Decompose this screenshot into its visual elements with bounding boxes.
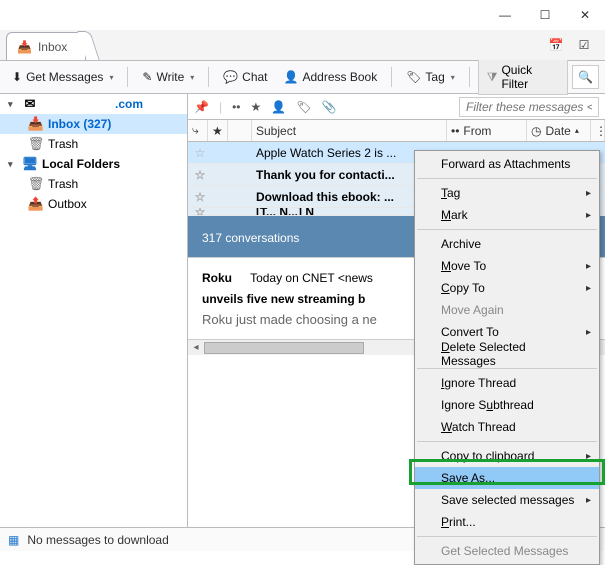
pencil-icon: ✎ — [142, 70, 152, 84]
star-icon[interactable]: ☆ — [188, 168, 212, 182]
activity-icon[interactable]: ▦ — [8, 533, 19, 547]
attach-column[interactable] — [228, 120, 252, 141]
tag-icon: 🏷 — [406, 70, 421, 84]
ctx-ignore-thread[interactable]: Ignore Thread — [415, 372, 599, 394]
twisty-open-icon: ▾ — [8, 99, 18, 110]
account-item[interactable]: ▾ ✉ .com — [0, 94, 187, 114]
tag-filter-icon[interactable]: 🏷 — [296, 100, 311, 114]
quick-filter-button[interactable]: ⧩ Quick Filter — [478, 59, 568, 95]
address-book-button[interactable]: 👤 Address Book — [278, 67, 384, 87]
star-filter-icon[interactable]: ★ — [250, 100, 261, 114]
tasks-icon[interactable]: ☑ — [573, 34, 595, 56]
download-icon: ⬇ — [12, 70, 22, 84]
ctx-forward-as-attachments[interactable]: Forward as Attachments — [415, 153, 599, 175]
column-picker[interactable]: ⋮ — [591, 120, 605, 141]
scroll-thumb[interactable] — [204, 342, 364, 354]
folder-tree: ▾ ✉ .com 📥 Inbox (327) 🗑 Trash ▾ 🖥 Local… — [0, 94, 188, 527]
outbox-icon: 📤 — [28, 196, 44, 212]
unread-filter-icon[interactable]: •• — [232, 100, 240, 114]
calendar-icon[interactable]: 📅 — [545, 34, 567, 56]
contact-filter-icon[interactable]: 👤 — [271, 100, 286, 114]
inbox-icon: 📥 — [28, 116, 44, 132]
preview-meta: Today on CNET <news — [250, 271, 373, 285]
chat-icon: 💬 — [223, 70, 238, 84]
inbox-folder[interactable]: 📥 Inbox (327) — [0, 114, 187, 134]
preview-title: unveils five new streaming b — [202, 292, 365, 306]
maximize-button[interactable]: ☐ — [525, 0, 565, 30]
star-icon[interactable]: ☆ — [188, 146, 212, 160]
titlebar: — ☐ ✕ — [0, 0, 605, 30]
local-folders-item[interactable]: ▾ 🖥 Local Folders — [0, 154, 187, 174]
tab-label: Inbox — [38, 40, 67, 54]
search-icon: 🔍 — [578, 70, 593, 84]
folder-icon: 🖥 — [22, 156, 38, 172]
date-column[interactable]: ◷Date▴ — [527, 120, 591, 141]
context-menu: Forward as Attachments Tag▸ Mark▸ Archiv… — [414, 150, 600, 565]
write-button[interactable]: ✎ Write ▾ — [136, 67, 200, 87]
trash-folder[interactable]: 🗑 Trash — [0, 134, 187, 154]
chevron-down-icon: ▾ — [109, 73, 113, 82]
scroll-left-icon[interactable]: ◂ — [188, 342, 204, 353]
filter-toolbar: 📌 | •• ★ 👤 🏷 📎 — [188, 94, 605, 120]
toolbar: ⬇ Get Messages ▾ ✎ Write ▾ 💬 Chat 👤 Addr… — [0, 60, 605, 94]
ctx-move-again: Move Again — [415, 299, 599, 321]
ctx-mark[interactable]: Mark▸ — [415, 204, 599, 226]
thread-column[interactable]: ⤷ — [188, 120, 208, 141]
filter-icon: ⧩ — [487, 70, 498, 85]
trash-icon: 🗑 — [28, 176, 44, 192]
star-icon[interactable]: ☆ — [188, 190, 212, 204]
chevron-down-icon: ▾ — [451, 73, 455, 82]
trash-icon: 🗑 — [28, 136, 44, 152]
ctx-save-selected[interactable]: Save selected messages▸ — [415, 489, 599, 511]
ctx-save-as[interactable]: Save As... — [415, 467, 599, 489]
ctx-archive[interactable]: Archive — [415, 233, 599, 255]
get-messages-button[interactable]: ⬇ Get Messages ▾ — [6, 67, 119, 87]
local-trash-folder[interactable]: 🗑 Trash — [0, 174, 187, 194]
minimize-button[interactable]: — — [485, 0, 525, 30]
inbox-icon: 📥 — [17, 40, 32, 54]
tag-button[interactable]: 🏷 Tag ▾ — [400, 67, 461, 87]
twisty-open-icon: ▾ — [8, 159, 18, 170]
ctx-ignore-subthread[interactable]: Ignore Subthread — [415, 394, 599, 416]
star-icon[interactable]: ☆ — [188, 208, 212, 216]
chat-button[interactable]: 💬 Chat — [217, 67, 273, 87]
ctx-tag[interactable]: Tag▸ — [415, 182, 599, 204]
outbox-folder[interactable]: 📤 Outbox — [0, 194, 187, 214]
ctx-delete-selected[interactable]: Delete Selected Messages — [415, 343, 599, 365]
ctx-get-selected: Get Selected Messages — [415, 540, 599, 562]
tab-row: 📥 Inbox 📅 ☑ — [0, 30, 605, 60]
ctx-copy-to[interactable]: Copy To▸ — [415, 277, 599, 299]
person-icon: 👤 — [284, 70, 299, 84]
ctx-print[interactable]: Print... — [415, 511, 599, 533]
from-column[interactable]: ••From — [447, 120, 527, 141]
pin-icon[interactable]: 📌 — [194, 100, 209, 114]
close-button[interactable]: ✕ — [565, 0, 605, 30]
filter-input[interactable] — [459, 97, 599, 117]
status-text: No messages to download — [27, 533, 168, 547]
attachment-filter-icon[interactable]: 📎 — [321, 100, 336, 114]
search-button[interactable]: 🔍 — [572, 65, 599, 89]
chevron-down-icon: ▾ — [190, 73, 194, 82]
tab-inbox[interactable]: 📥 Inbox — [6, 32, 86, 60]
ctx-move-to[interactable]: Move To▸ — [415, 255, 599, 277]
ctx-watch-thread[interactable]: Watch Thread — [415, 416, 599, 438]
star-column[interactable]: ★ — [208, 120, 228, 141]
from-label: Roku — [202, 271, 232, 285]
subject-column[interactable]: Subject — [252, 120, 447, 141]
mail-icon: ✉ — [22, 96, 38, 112]
ctx-copy-clipboard[interactable]: Copy to clipboard▸ — [415, 445, 599, 467]
column-headers: ⤷ ★ Subject ••From ◷Date▴ ⋮ — [188, 120, 605, 142]
